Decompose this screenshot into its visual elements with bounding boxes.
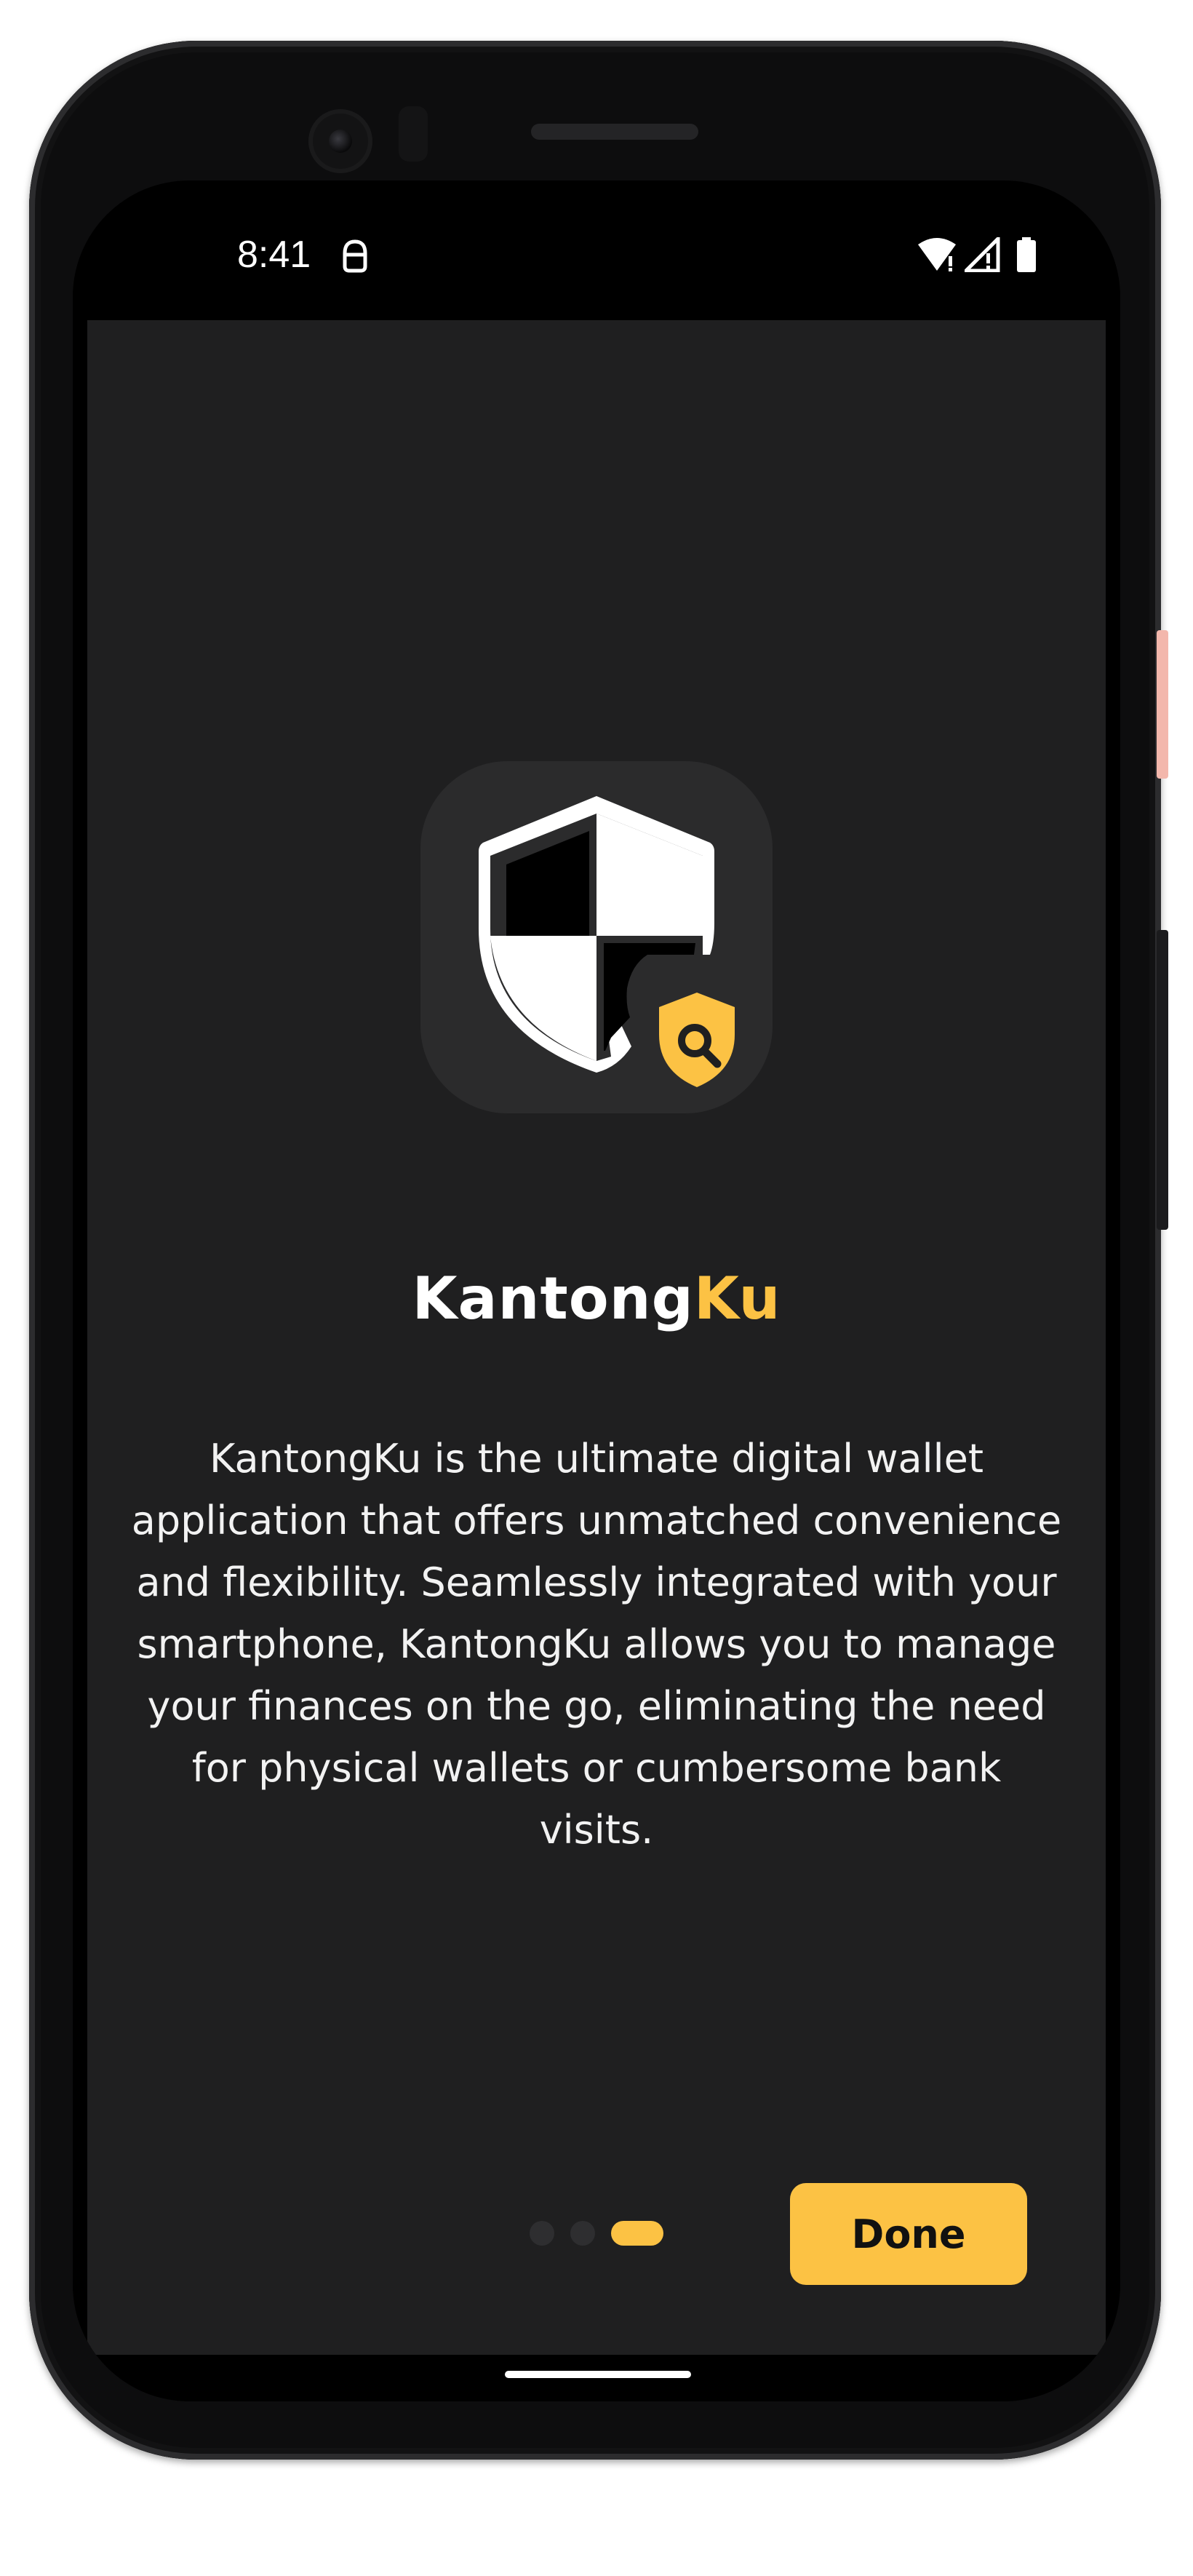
proximity-sensor [399,106,428,162]
page-dot-3-active[interactable] [611,2221,663,2246]
earpiece-speaker [531,124,698,140]
app-title: KantongKu [87,1265,1106,1332]
shield-search-icon [479,796,735,1087]
home-indicator[interactable] [505,2371,691,2378]
app-logo [420,761,773,1113]
notification-icon [343,239,367,273]
battery-icon [1017,237,1036,272]
signal-icon [965,237,1000,272]
onboarding-page: KantongKu KantongKu is the ultimate digi… [87,320,1106,2355]
app-title-part1: Kantong [412,1265,694,1332]
app-title-part2: Ku [693,1265,781,1332]
screen: 8:41 KantongKu KantongKu is the ultimate… [73,180,1120,2401]
wifi-icon [918,238,956,271]
front-camera [308,109,372,173]
status-bar: 8:41 [73,180,1120,320]
done-button[interactable]: Done [790,2183,1027,2285]
onboarding-description: KantongKu is the ultimate digital wallet… [131,1436,1062,1853]
volume-button [1157,630,1168,779]
status-time: 8:41 [237,234,311,276]
power-button [1157,930,1168,1230]
page-dot-1[interactable] [530,2221,554,2246]
page-dot-2[interactable] [570,2221,595,2246]
